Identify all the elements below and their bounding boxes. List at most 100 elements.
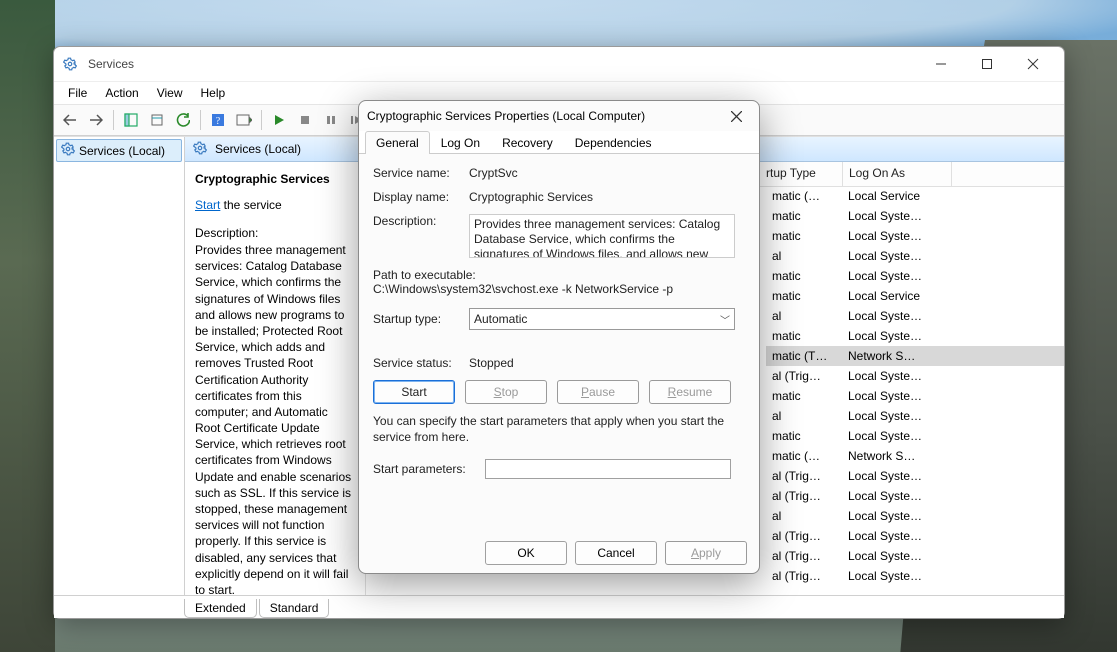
table-row[interactable]: al (Trig…Local Syste… [766,526,1064,546]
tab-log-on[interactable]: Log On [430,131,491,154]
cell-logon: Local Syste… [842,428,950,444]
menu-view[interactable]: View [149,84,191,102]
cancel-button[interactable]: Cancel [575,541,657,565]
table-row[interactable]: alLocal Syste… [766,406,1064,426]
titlebar[interactable]: Services [54,47,1064,81]
tab-recovery[interactable]: Recovery [491,131,564,154]
cell-startup: al (Trig… [766,368,842,384]
table-row[interactable]: al (Trig…Local Syste… [766,566,1064,586]
info-pane: Cryptographic Services Start the service… [185,162,365,595]
column-startup-type[interactable]: Startup Type [766,162,843,186]
start-parameters-input[interactable] [485,459,731,479]
cell-logon: Local Syste… [842,468,950,484]
tab-standard[interactable]: Standard [259,599,330,618]
dialog-title: Cryptographic Services Properties (Local… [367,109,721,123]
selected-service-title: Cryptographic Services [195,172,355,186]
apply-button[interactable]: Apply [665,541,747,565]
list-header-title: Services (Local) [215,142,301,156]
table-row[interactable]: al (Trig…Local Syste… [766,486,1064,506]
description-textbox[interactable]: Provides three management services: Cata… [469,214,735,258]
bottom-tabs: Extended Standard [54,595,1064,618]
value-service-name: CryptSvc [469,166,745,180]
cell-startup: al [766,508,842,524]
table-row[interactable]: maticLocal Syste… [766,386,1064,406]
label-service-status: Service status: [373,356,469,370]
properties-button[interactable] [232,108,256,132]
minimize-button[interactable] [918,49,964,79]
table-row[interactable]: maticLocal Syste… [766,226,1064,246]
start-button[interactable]: Start [373,380,455,404]
label-service-name: Service name: [373,166,469,180]
resume-button[interactable]: Resume [649,380,731,404]
cell-startup: al [766,248,842,264]
table-row[interactable]: al (Trig…Local Syste… [766,466,1064,486]
table-row[interactable]: maticLocal Syste… [766,266,1064,286]
gear-icon [193,141,207,158]
cell-logon: Local Syste… [842,308,950,324]
cell-logon: Local Syste… [842,548,950,564]
label-description: Description: [373,214,469,228]
tab-extended[interactable]: Extended [184,599,257,618]
table-row[interactable]: matic (T…Network S… [766,346,1064,366]
value-display-name: Cryptographic Services [469,190,745,204]
table-row[interactable]: maticLocal Syste… [766,206,1064,226]
start-service-button[interactable] [267,108,291,132]
services-icon [62,56,78,72]
cell-logon: Local Syste… [842,368,950,384]
value-path: C:\Windows\system32\svchost.exe -k Netwo… [373,282,745,296]
close-button[interactable] [1010,49,1056,79]
cell-startup: matic [766,288,842,304]
table-row[interactable]: al (Trig…Local Syste… [766,366,1064,386]
startup-type-select[interactable]: Automatic ﹀ [469,308,735,330]
table-row[interactable]: maticLocal Syste… [766,426,1064,446]
cell-logon: Local Syste… [842,388,950,404]
help-button[interactable]: ? [206,108,230,132]
value-service-status: Stopped [469,356,745,370]
show-hide-tree-button[interactable] [119,108,143,132]
cell-logon: Local Syste… [842,328,950,344]
menu-action[interactable]: Action [97,84,146,102]
cell-startup: matic [766,268,842,284]
column-log-on-as[interactable]: Log On As [843,162,952,186]
menu-file[interactable]: File [60,84,95,102]
forward-button[interactable] [84,108,108,132]
pause-button[interactable]: Pause [557,380,639,404]
table-row[interactable]: alLocal Syste… [766,306,1064,326]
cell-startup: matic [766,228,842,244]
refresh-button[interactable] [171,108,195,132]
pause-service-button[interactable] [319,108,343,132]
cell-logon: Local Syste… [842,208,950,224]
cell-logon: Local Syste… [842,528,950,544]
table-row[interactable]: maticLocal Service [766,286,1064,306]
menu-help[interactable]: Help [193,84,234,102]
cell-logon: Local Syste… [842,568,950,584]
tab-dependencies[interactable]: Dependencies [564,131,663,154]
tab-general[interactable]: General [365,131,430,154]
stop-service-button[interactable] [293,108,317,132]
table-row[interactable]: matic (…Network S… [766,446,1064,466]
stop-button[interactable]: Stop [465,380,547,404]
label-startup-type: Startup type: [373,312,469,326]
dialog-titlebar[interactable]: Cryptographic Services Properties (Local… [359,101,759,131]
table-row[interactable]: maticLocal Syste… [766,326,1064,346]
cell-logon: Local Syste… [842,228,950,244]
back-button[interactable] [58,108,82,132]
table-row[interactable]: al (Trig…Local Syste… [766,546,1064,566]
table-row[interactable]: matic (…Local Service [766,186,1064,206]
table-row[interactable]: alLocal Syste… [766,246,1064,266]
cell-startup: al (Trig… [766,488,842,504]
cell-startup: al [766,308,842,324]
tree-item-services-local[interactable]: Services (Local) [56,139,182,162]
table-row[interactable]: alLocal Syste… [766,506,1064,526]
description-label: Description: [195,226,355,240]
hint-text: You can specify the start parameters tha… [373,414,745,445]
ok-button[interactable]: OK [485,541,567,565]
dialog-close-button[interactable] [721,104,751,128]
properties-dialog: Cryptographic Services Properties (Local… [358,100,760,574]
start-service-link[interactable]: Start [195,198,220,212]
export-list-button[interactable] [145,108,169,132]
cell-startup: al (Trig… [766,568,842,584]
cell-startup: matic [766,328,842,344]
svg-text:?: ? [216,116,221,127]
maximize-button[interactable] [964,49,1010,79]
